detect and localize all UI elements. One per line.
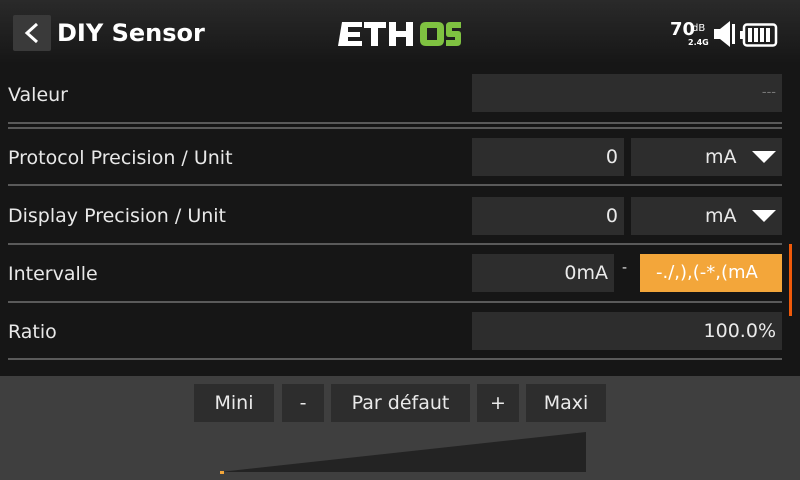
intervalle-separator: - — [622, 260, 628, 276]
ratio-label: Ratio — [8, 321, 57, 343]
protocol-unit-value: mA — [705, 146, 737, 168]
chevron-down-icon — [752, 210, 776, 222]
display-unit-value: mA — [705, 205, 737, 227]
display-precision-label: Display Precision / Unit — [8, 205, 227, 227]
row-valeur: Valeur --- — [0, 64, 790, 124]
row-protocol-precision: Protocol Precision / Unit 0 mA — [0, 130, 790, 186]
intervalle-max-input[interactable]: -./,),(-*,(mA — [640, 254, 782, 292]
maxi-button[interactable]: Maxi — [526, 384, 606, 422]
settings-list: Valeur --- Protocol Precision / Unit 0 m… — [0, 64, 800, 376]
value-editor-panel: Mini - Par défaut + Maxi — [0, 376, 800, 480]
divider — [8, 122, 782, 124]
protocol-unit-dropdown[interactable]: mA — [631, 138, 782, 176]
page-title: DIY Sensor — [57, 19, 205, 47]
mini-button[interactable]: Mini — [194, 384, 274, 422]
display-unit-dropdown[interactable]: mA — [631, 197, 782, 235]
increment-button[interactable]: + — [477, 384, 519, 422]
valeur-label: Valeur — [8, 84, 68, 106]
divider — [8, 127, 782, 129]
protocol-precision-label: Protocol Precision / Unit — [8, 147, 233, 169]
back-button[interactable] — [13, 15, 51, 51]
divider — [8, 184, 782, 186]
status-area: 70 dB 2.4G — [668, 17, 780, 51]
ethos-logo — [338, 22, 461, 46]
divider — [8, 358, 782, 360]
value-ramp-graph — [220, 432, 586, 474]
default-button[interactable]: Par défaut — [331, 384, 470, 422]
decrement-button[interactable]: - — [282, 384, 324, 422]
protocol-precision-input[interactable]: 0 — [472, 138, 624, 176]
row-ratio: Ratio 100.0% — [0, 304, 790, 360]
rssi-band: 2.4G — [688, 38, 709, 47]
rssi-unit: dB — [692, 23, 706, 34]
ratio-input[interactable]: 100.0% — [472, 312, 782, 350]
back-chevron-icon — [24, 22, 39, 44]
intervalle-label: Intervalle — [8, 263, 98, 285]
row-display-precision: Display Precision / Unit 0 mA — [0, 188, 790, 244]
intervalle-min-input[interactable]: 0mA — [472, 254, 614, 292]
display-precision-input[interactable]: 0 — [472, 197, 624, 235]
chevron-down-icon — [752, 151, 776, 163]
divider — [8, 243, 782, 245]
header-bar: DIY Sensor 70 dB 2.4G — [0, 0, 800, 64]
scroll-indicator[interactable] — [789, 244, 792, 316]
divider — [8, 301, 782, 303]
valeur-value: --- — [472, 74, 782, 112]
volume-icon — [714, 21, 735, 47]
battery-icon — [740, 23, 778, 47]
row-intervalle: Intervalle 0mA - -./,),(-*,(mA — [0, 246, 790, 302]
